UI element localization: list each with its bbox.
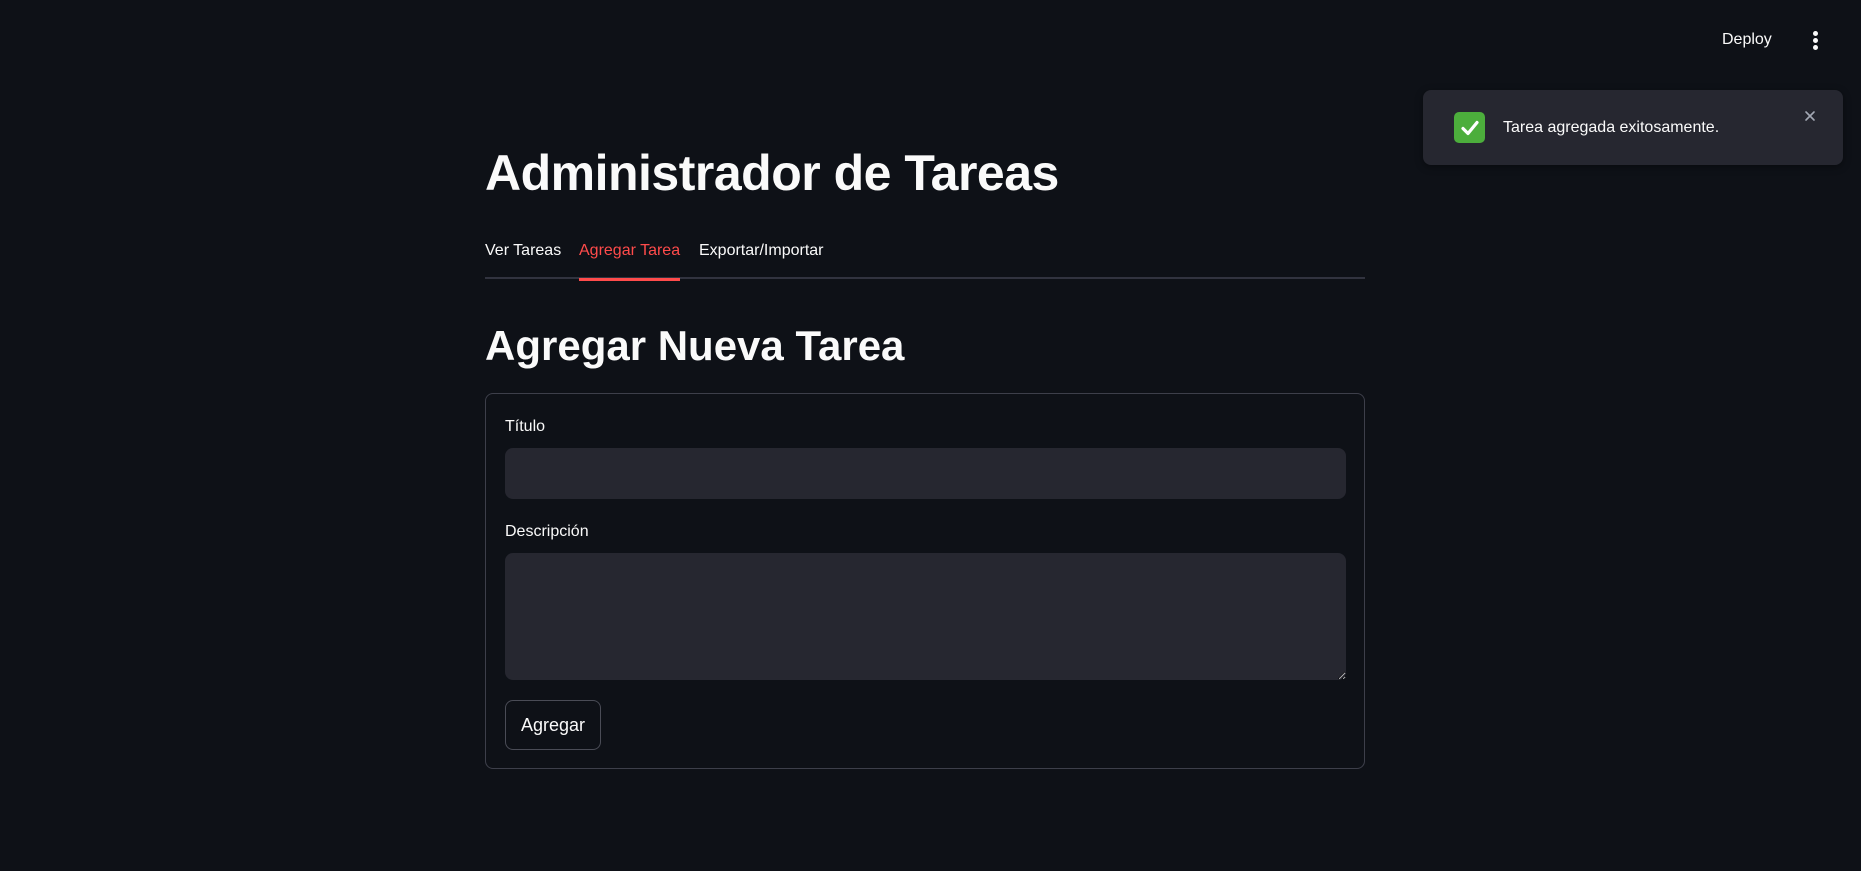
more-vertical-icon <box>1813 31 1818 36</box>
tab-agregar-tarea[interactable]: Agregar Tarea <box>579 236 681 281</box>
success-toast: Tarea agregada exitosamente. <box>1423 90 1843 165</box>
title-input[interactable] <box>505 448 1346 499</box>
app-header: Deploy <box>0 0 1861 80</box>
tab-exportar-importar[interactable]: Exportar/Importar <box>699 236 823 279</box>
tab-ver-tareas[interactable]: Ver Tareas <box>485 236 561 279</box>
toast-message: Tarea agregada exitosamente. <box>1503 119 1720 136</box>
description-textarea[interactable] <box>505 553 1346 680</box>
add-task-button[interactable]: Agregar <box>505 700 601 750</box>
close-icon[interactable] <box>1802 108 1818 124</box>
deploy-button[interactable]: Deploy <box>1718 26 1776 54</box>
section-title: Agregar Nueva Tarea <box>485 322 905 369</box>
title-field-label: Título <box>505 418 546 435</box>
main-menu-button[interactable] <box>1804 26 1826 54</box>
tab-bar: Ver Tareas Agregar Tarea Exportar/Import… <box>485 236 1365 281</box>
check-mark-icon <box>1454 112 1485 143</box>
page-title: Administrador de Tareas <box>485 145 1059 201</box>
description-field-label: Descripción <box>505 523 589 540</box>
add-task-form: Título Descripción Agregar <box>485 393 1365 769</box>
